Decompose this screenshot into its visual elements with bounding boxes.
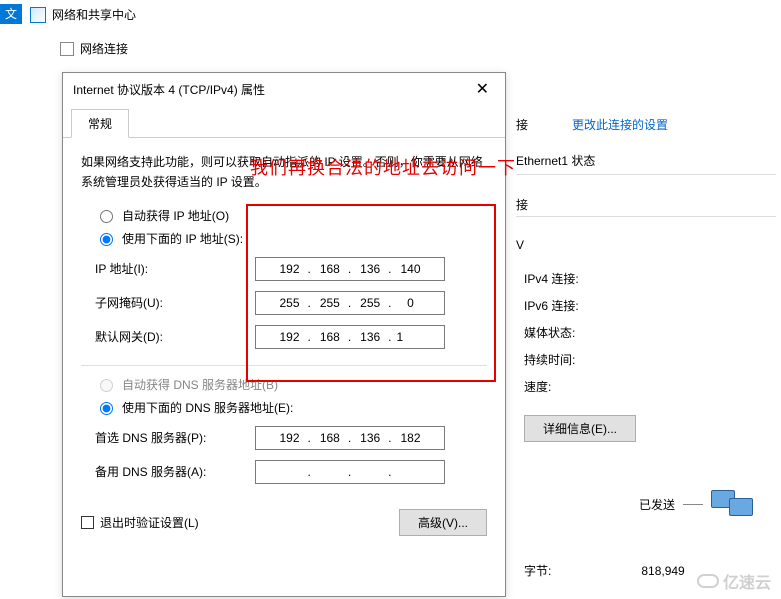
ipv4-properties-dialog: Internet 协议版本 4 (TCP/IPv4) 属性 ✕ 常规 如果网络支… bbox=[62, 72, 506, 597]
dns2-octet-4[interactable] bbox=[393, 464, 429, 480]
dns1-octet-1[interactable] bbox=[271, 430, 307, 446]
watermark: 亿速云 bbox=[697, 569, 771, 593]
subnet-mask-label: 子网掩码(U): bbox=[95, 294, 255, 311]
monitors-icon bbox=[711, 486, 755, 522]
dns2-octet-2[interactable] bbox=[312, 464, 348, 480]
validate-on-exit-checkbox[interactable] bbox=[81, 516, 94, 529]
ip-octet-1[interactable] bbox=[271, 261, 307, 277]
media-state-label: 媒体状态: bbox=[524, 324, 614, 341]
close-icon[interactable]: ✕ bbox=[470, 79, 495, 99]
advanced-button[interactable]: 高级(V)... bbox=[399, 509, 487, 536]
ip-address-input[interactable]: . . . bbox=[255, 257, 445, 281]
speed-label: 速度: bbox=[524, 378, 614, 395]
details-button[interactable]: 详细信息(E)... bbox=[524, 415, 636, 442]
dns1-octet-3[interactable] bbox=[352, 430, 388, 446]
gw-octet-1[interactable] bbox=[271, 329, 307, 345]
default-gateway-input[interactable]: . . . bbox=[255, 325, 445, 349]
preferred-dns-input[interactable]: . . . bbox=[255, 426, 445, 450]
alternate-dns-input[interactable]: . . . bbox=[255, 460, 445, 484]
change-adapter-settings-link[interactable]: 更改此连接的设置 bbox=[572, 116, 668, 133]
use-dns-radio[interactable] bbox=[100, 402, 113, 415]
gw-octet-3[interactable] bbox=[352, 329, 388, 345]
network-center-icon bbox=[30, 7, 46, 23]
dns1-octet-2[interactable] bbox=[312, 430, 348, 446]
mask-octet-3[interactable] bbox=[352, 295, 388, 311]
gw-octet-4[interactable] bbox=[393, 329, 429, 345]
watermark-text: 亿速云 bbox=[723, 569, 771, 593]
activity-graphic: 已发送 bbox=[639, 486, 755, 522]
dns2-octet-1[interactable] bbox=[271, 464, 307, 480]
ip-address-label: IP 地址(I): bbox=[95, 260, 255, 277]
gw-octet-2[interactable] bbox=[312, 329, 348, 345]
network-connections-icon bbox=[60, 42, 74, 56]
ip-octet-4[interactable] bbox=[393, 261, 429, 277]
sent-label: 已发送 bbox=[639, 496, 675, 513]
bytes-label: 字节: bbox=[524, 562, 551, 579]
duration-label: 持续时间: bbox=[524, 351, 614, 368]
mask-octet-2[interactable] bbox=[312, 295, 348, 311]
partial-text: 接 bbox=[516, 116, 528, 133]
ipv4-label: IPv4 连接: bbox=[524, 270, 614, 287]
auto-dns-label: 自动获得 DNS 服务器地址(B) bbox=[122, 376, 278, 393]
auto-ip-radio[interactable] bbox=[100, 210, 113, 223]
validate-on-exit-label: 退出时验证设置(L) bbox=[100, 514, 199, 531]
cloud-icon bbox=[697, 574, 719, 588]
use-ip-label: 使用下面的 IP 地址(S): bbox=[122, 230, 243, 247]
dialog-title: Internet 协议版本 4 (TCP/IPv4) 属性 bbox=[73, 81, 265, 98]
auto-dns-radio bbox=[100, 379, 113, 392]
ip-octet-3[interactable] bbox=[352, 261, 388, 277]
network-connections-title: 网络连接 bbox=[80, 40, 128, 57]
bytes-value: 818,949 bbox=[641, 564, 684, 578]
partial-text-v: V bbox=[516, 238, 524, 252]
ipv6-label: IPv6 连接: bbox=[524, 297, 614, 314]
dns2-octet-3[interactable] bbox=[352, 464, 388, 480]
alternate-dns-label: 备用 DNS 服务器(A): bbox=[95, 463, 255, 480]
subnet-mask-input[interactable]: . . . bbox=[255, 291, 445, 315]
ip-octet-2[interactable] bbox=[312, 261, 348, 277]
preferred-dns-label: 首选 DNS 服务器(P): bbox=[95, 429, 255, 446]
default-gateway-label: 默认网关(D): bbox=[95, 328, 255, 345]
network-center-title: 网络和共享中心 bbox=[52, 6, 136, 23]
dns1-octet-4[interactable] bbox=[393, 430, 429, 446]
use-dns-label: 使用下面的 DNS 服务器地址(E): bbox=[122, 399, 293, 416]
mask-octet-1[interactable] bbox=[271, 295, 307, 311]
tab-general[interactable]: 常规 bbox=[71, 109, 129, 138]
file-menu-char[interactable]: 文 bbox=[0, 4, 22, 24]
auto-ip-label: 自动获得 IP 地址(O) bbox=[122, 207, 229, 224]
adapter-status-title: Ethernet1 状态 bbox=[516, 152, 595, 169]
partial-text-2: 接 bbox=[516, 196, 528, 213]
annotation-text: 我们再换合法的地址去访问一下 bbox=[250, 154, 516, 180]
use-ip-radio[interactable] bbox=[100, 233, 113, 246]
mask-octet-4[interactable] bbox=[393, 295, 429, 311]
